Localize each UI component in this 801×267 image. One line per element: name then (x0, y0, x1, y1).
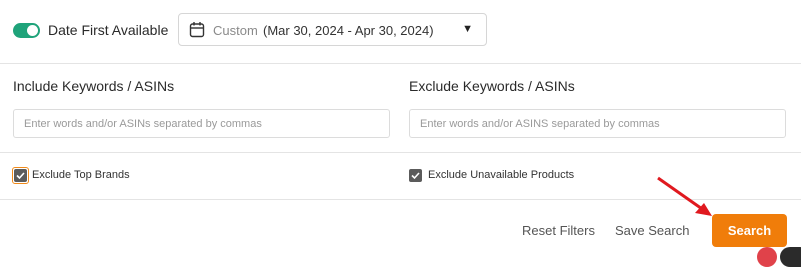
notification-badge (757, 247, 777, 267)
exclude-top-brands-label: Exclude Top Brands (32, 169, 130, 181)
annotation-arrow-icon (657, 176, 712, 216)
exclude-unavailable-label: Exclude Unavailable Products (428, 169, 575, 181)
exclude-unavailable-checkbox[interactable] (409, 169, 422, 182)
toggle-label: Date First Available (48, 22, 169, 38)
date-filter-row: Date First Available Custom (Mar 30, 202… (0, 0, 801, 63)
include-keywords-label: Include Keywords / ASINs (13, 78, 175, 94)
toggle-knob (27, 25, 38, 36)
divider (0, 63, 801, 64)
caret-down-icon: ▼ (462, 23, 473, 35)
divider (0, 152, 801, 153)
date-range-kind: Custom (213, 23, 258, 38)
date-range-select[interactable]: Custom (Mar 30, 2024 - Apr 30, 2024) ▼ (178, 13, 487, 46)
date-range-value: (Mar 30, 2024 - Apr 30, 2024) (263, 23, 434, 38)
save-search-button[interactable]: Save Search (615, 223, 689, 238)
date-first-available-toggle[interactable] (13, 23, 40, 38)
exclude-keywords-input[interactable] (409, 109, 786, 138)
reset-filters-button[interactable]: Reset Filters (522, 223, 595, 238)
calendar-icon (189, 21, 205, 38)
help-widget[interactable] (780, 247, 801, 267)
include-keywords-input[interactable] (13, 109, 390, 138)
checkmark-icon (411, 172, 420, 180)
search-button[interactable]: Search (712, 214, 787, 247)
exclude-keywords-label: Exclude Keywords / ASINs (409, 78, 575, 94)
checkmark-icon (16, 172, 25, 180)
exclude-top-brands-checkbox[interactable] (14, 169, 27, 182)
